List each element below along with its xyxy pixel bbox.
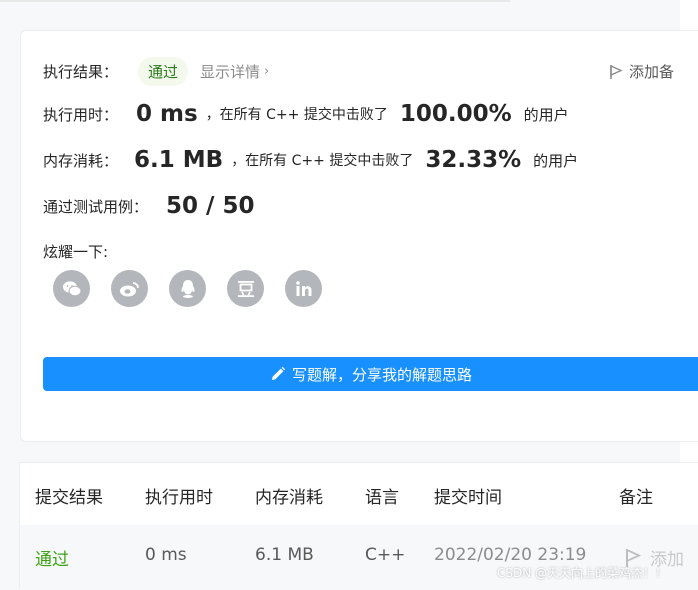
- runtime-percent: 100.00%: [399, 101, 512, 127]
- pencil-icon: [271, 366, 286, 380]
- runtime-row: 执行用时： 0 ms ，在所有 C++ 提交中击败了 100.00% 的用户: [43, 101, 569, 127]
- add-note-label: 添加备: [629, 63, 675, 81]
- memory-percent: 32.33%: [425, 147, 522, 173]
- submission-result-card: 执行结果： 通过 显示详情 › 添加备 执行用时： 0 ms ，在所有 C++ …: [20, 30, 698, 442]
- table-header: 提交结果 执行用时 内存消耗 语言 提交时间 备注: [20, 463, 698, 525]
- row-runtime: 0 ms: [145, 545, 187, 565]
- row-result-link[interactable]: 通过: [35, 545, 69, 570]
- runtime-label: 执行用时：: [43, 105, 119, 124]
- douban-icon[interactable]: [227, 270, 264, 307]
- weibo-icon[interactable]: [111, 270, 148, 307]
- chevron-right-icon[interactable]: ›: [264, 64, 269, 79]
- row-submit-time: 2022/02/20 23:19: [434, 545, 587, 565]
- share-label: 炫耀一下:: [43, 243, 109, 261]
- status-badge: 通过: [138, 57, 189, 86]
- runtime-suffix: 的用户: [523, 105, 569, 124]
- result-label: 执行结果：: [43, 63, 119, 81]
- tests-row: 通过测试用例： 50 / 50: [43, 193, 254, 219]
- memory-label: 内存消耗：: [43, 151, 119, 170]
- col-runtime-header: 执行用时: [145, 488, 213, 508]
- col-language-header: 语言: [365, 488, 399, 508]
- tests-value: 50 / 50: [166, 193, 255, 219]
- col-time-header: 提交时间: [434, 488, 502, 508]
- top-divider: [0, 0, 510, 2]
- result-row: 执行结果： 通过 显示详情 ›: [43, 57, 269, 86]
- memory-value: 6.1 MB: [134, 147, 224, 173]
- runtime-value: 0 ms: [136, 101, 198, 127]
- flag-icon: [610, 64, 623, 79]
- share-buttons: [53, 270, 343, 307]
- memory-row: 内存消耗： 6.1 MB ，在所有 C++ 提交中击败了 32.33% 的用户: [43, 147, 578, 173]
- memory-suffix: 的用户: [533, 151, 579, 170]
- row-language: C++: [365, 545, 406, 565]
- add-note-button[interactable]: 添加备: [609, 61, 674, 82]
- write-solution-label: 写题解，分享我的解题思路: [291, 365, 472, 384]
- col-note-header: 备注: [619, 488, 653, 508]
- show-details-link[interactable]: 显示详情: [200, 61, 260, 82]
- linkedin-icon[interactable]: [285, 270, 322, 307]
- runtime-beat-text: ，在所有 C++ 提交中击败了: [205, 107, 388, 123]
- wechat-icon[interactable]: [53, 270, 90, 307]
- write-solution-button[interactable]: 写题解，分享我的解题思路: [43, 357, 698, 391]
- col-memory-header: 内存消耗: [255, 488, 323, 508]
- memory-beat-text: ，在所有 C++ 提交中击败了: [231, 153, 414, 169]
- qq-icon[interactable]: [169, 270, 206, 307]
- watermark: CSDN @天天向上的菜鸡杰！！: [497, 566, 668, 580]
- tests-label: 通过测试用例：: [43, 197, 149, 216]
- col-result-header: 提交结果: [35, 488, 103, 508]
- row-memory: 6.1 MB: [255, 545, 314, 565]
- share-row-label: 炫耀一下:: [43, 241, 108, 262]
